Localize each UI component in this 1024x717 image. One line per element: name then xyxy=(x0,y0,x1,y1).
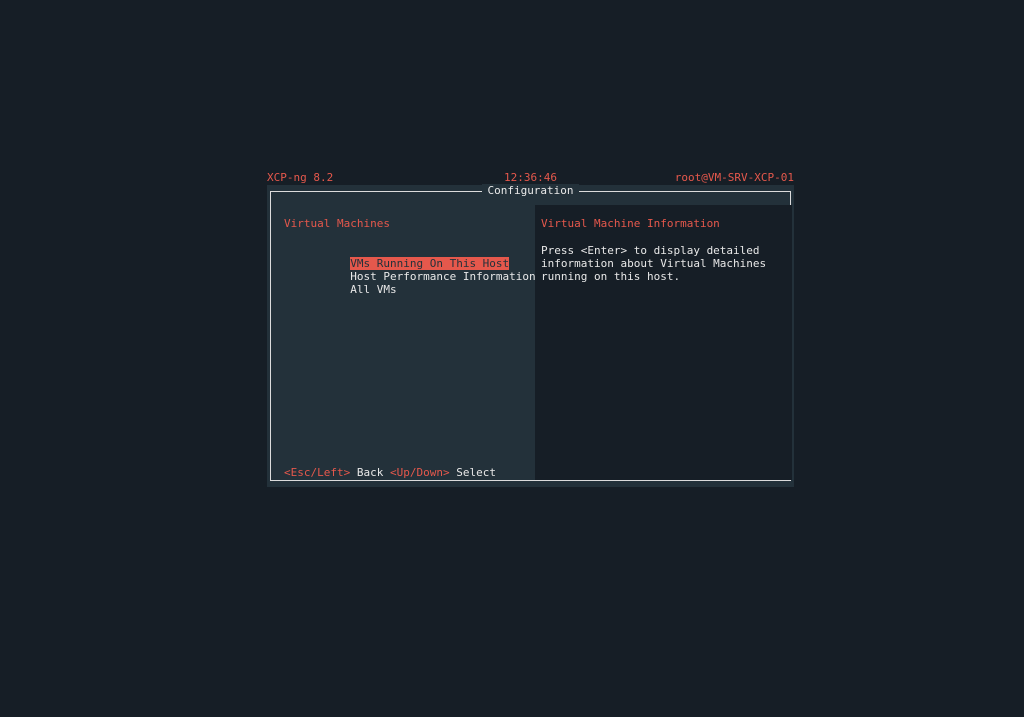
menu-item-label: Host Performance Information xyxy=(350,270,536,283)
info-text: Press <Enter> to display detailed inform… xyxy=(541,244,767,283)
console-screen: Configuration Virtual Machines VMs Runni… xyxy=(267,184,794,487)
menu-item-label: VMs Running On This Host xyxy=(350,257,510,270)
select-label: Select xyxy=(456,466,496,479)
user-host: root@VM-SRV-XCP-01 xyxy=(674,171,794,184)
window-title-bar: Configuration xyxy=(271,184,790,197)
info-panel: Virtual Machine Information Press <Enter… xyxy=(541,217,786,283)
select-key-hint: <Up/Down> xyxy=(389,466,450,479)
status-bar: XCP-ng 8.2 12:36:46 root@VM-SRV-XCP-01 xyxy=(267,171,794,184)
menu-item-label: All VMs xyxy=(350,283,397,296)
back-key-hint: <Esc/Left> xyxy=(284,466,351,479)
menu-item-vms-running[interactable]: VMs Running On This Host xyxy=(284,244,532,270)
window-title: Configuration xyxy=(482,184,579,197)
left-pane-heading: Virtual Machines xyxy=(284,217,390,230)
key-hint-bar: <Esc/Left> Back <Up/Down> Select xyxy=(284,466,496,479)
configuration-window: Configuration Virtual Machines VMs Runni… xyxy=(270,184,792,481)
back-label: Back xyxy=(356,466,384,479)
vm-menu: VMs Running On This Host Host Performanc… xyxy=(284,244,536,296)
left-pane: Virtual Machines VMs Running On This Hos… xyxy=(284,217,536,296)
right-pane: Virtual Machine Information Press <Enter… xyxy=(535,205,792,480)
right-pane-heading: Virtual Machine Information xyxy=(541,217,720,230)
